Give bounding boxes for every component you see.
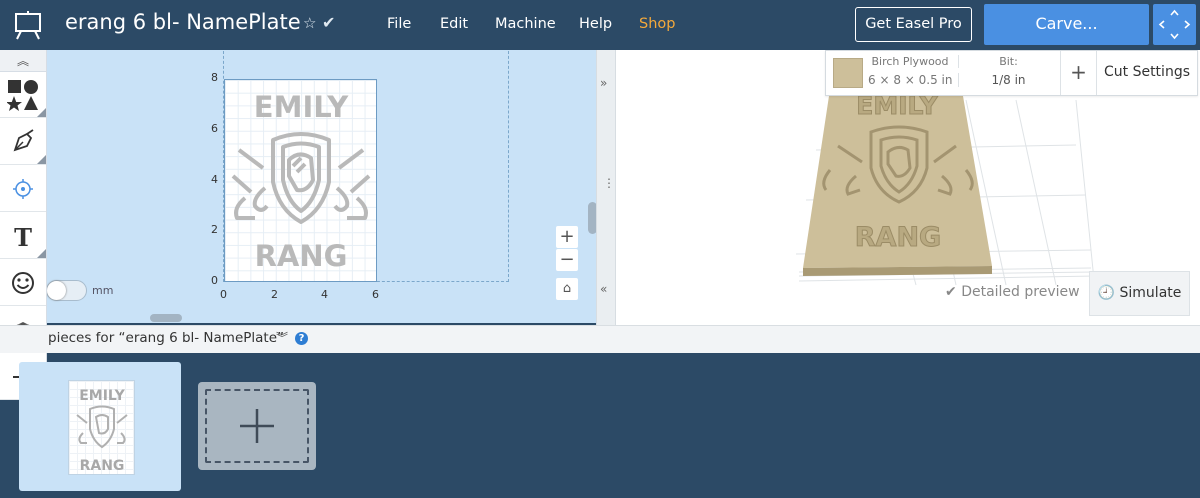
- thumb-text-bottom: RANG: [80, 458, 125, 474]
- y-tick: 6: [211, 122, 218, 135]
- easel-logo-icon[interactable]: [12, 9, 44, 41]
- unit-toggle[interactable]: [46, 280, 87, 301]
- bit-size[interactable]: 1/8 in: [958, 73, 1058, 87]
- detailed-preview-toggle[interactable]: ✔ Detailed preview: [945, 284, 1080, 300]
- shapes-icon: [7, 80, 38, 111]
- expand-arrows-icon: [1158, 9, 1191, 40]
- checkmark-icon: ✔: [945, 284, 962, 300]
- cut-settings-button[interactable]: Cut Settings: [1096, 51, 1197, 95]
- workpiece-card[interactable]: EMILY RANG: [19, 362, 181, 491]
- workpieces-header: pieces for “erang 6 bl- NamePlate” ︾ ?: [0, 325, 1200, 353]
- checkmark-icon: ✔: [322, 13, 336, 32]
- workpiece-thumbnail[interactable]: EMILY RANG: [68, 380, 135, 475]
- get-easel-pro-button[interactable]: Get Easel Pro: [855, 7, 972, 42]
- plus-icon: +: [1070, 60, 1087, 84]
- expand-left-icon[interactable]: «: [600, 282, 607, 296]
- design-canvas[interactable]: EMILY RANG 8 6 4 2 0 0 2 4 6 mm + − ⌂: [20, 50, 615, 323]
- material-settings-bar: Birch Plywood 6 × 8 × 0.5 in Bit: 1/8 in…: [825, 50, 1198, 96]
- crosshair-icon: [13, 179, 33, 199]
- workpieces-title[interactable]: pieces for “erang 6 bl- NamePlate”: [48, 330, 284, 346]
- unit-toggle-knob[interactable]: [47, 281, 66, 300]
- material-board[interactable]: EMILY RANG: [224, 79, 377, 282]
- expand-right-icon[interactable]: »: [600, 76, 607, 90]
- material-swatch[interactable]: [833, 58, 863, 88]
- material-dimensions[interactable]: 6 × 8 × 0.5 in: [868, 73, 952, 87]
- design-artwork[interactable]: EMILY RANG: [225, 80, 378, 283]
- thumb-text-top: EMILY: [79, 388, 125, 404]
- y-tick: 8: [211, 71, 218, 84]
- chevron-down-icon[interactable]: ︾: [276, 329, 288, 346]
- bit-label: Bit:: [958, 55, 1058, 68]
- menu-file[interactable]: File: [387, 16, 411, 32]
- svg-text:T: T: [14, 223, 32, 252]
- icons-tool[interactable]: [0, 260, 46, 306]
- shield-fist-emblem[interactable]: [231, 132, 371, 224]
- thumbnail-artwork: EMILY RANG: [76, 388, 128, 474]
- home-view-button[interactable]: ⌂: [556, 278, 578, 300]
- add-workpiece-frame: [205, 389, 309, 463]
- expand-view-button[interactable]: [1153, 4, 1196, 45]
- y-tick: 0: [211, 274, 218, 287]
- y-tick: 2: [211, 223, 218, 236]
- point-tool[interactable]: [0, 166, 46, 212]
- zoom-in-button[interactable]: +: [556, 226, 578, 248]
- smiley-icon: [12, 272, 34, 294]
- top-bar: erang 6 bl- NamePlate ☆ ✔ File Edit Mach…: [0, 0, 1200, 50]
- text-icon: T: [14, 223, 32, 252]
- simulate-label: Simulate: [1119, 285, 1182, 301]
- star-icon[interactable]: ☆: [303, 14, 316, 32]
- x-tick: 0: [220, 288, 227, 301]
- unit-label: mm: [92, 284, 114, 297]
- detailed-preview-label: Detailed preview: [961, 284, 1080, 300]
- plus-icon: [240, 409, 274, 443]
- menu-machine[interactable]: Machine: [495, 16, 556, 32]
- carve-button[interactable]: Carve...: [984, 4, 1149, 45]
- help-icon[interactable]: ?: [295, 332, 308, 345]
- view-splitter[interactable]: » ⋮ «: [596, 50, 616, 325]
- design-text-bottom[interactable]: RANG: [255, 239, 348, 273]
- drag-handle-icon[interactable]: ⋮: [603, 176, 615, 190]
- pen-icon: [13, 129, 34, 152]
- home-icon: ⌂: [562, 281, 572, 296]
- clock-icon: 🕘: [1097, 285, 1120, 301]
- project-title[interactable]: erang 6 bl- NamePlate: [65, 10, 301, 34]
- collapse-toolbar-button[interactable]: ︽: [0, 50, 46, 72]
- menu-edit[interactable]: Edit: [440, 16, 468, 32]
- add-workpiece-button[interactable]: [198, 382, 316, 470]
- simulate-button[interactable]: 🕘 Simulate: [1089, 271, 1190, 316]
- add-bit-button[interactable]: +: [1060, 51, 1096, 95]
- menu-shop[interactable]: Shop: [639, 16, 675, 32]
- x-tick: 4: [321, 288, 328, 301]
- zoom-out-button[interactable]: −: [556, 249, 578, 271]
- text-tool[interactable]: T: [0, 213, 46, 259]
- x-tick: 2: [271, 288, 278, 301]
- design-text-top[interactable]: EMILY: [254, 90, 349, 124]
- pen-tool[interactable]: [0, 119, 46, 165]
- y-tick: 4: [211, 173, 218, 186]
- x-tick: 6: [372, 288, 379, 301]
- shapes-tool[interactable]: [0, 72, 46, 118]
- horizontal-scrollbar[interactable]: [150, 314, 182, 322]
- material-name[interactable]: Birch Plywood: [868, 55, 952, 68]
- preview-text-bottom: RANG: [855, 222, 941, 253]
- menu-help[interactable]: Help: [579, 16, 612, 32]
